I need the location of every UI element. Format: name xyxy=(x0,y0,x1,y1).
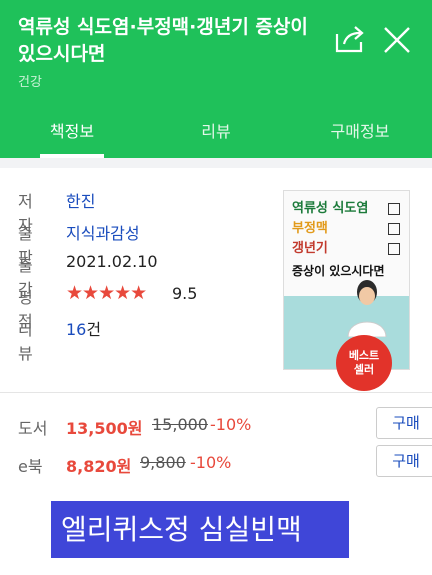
header-bar: 역류성 식도염·부정맥·갱년기 증상이 있으시다면 건강 xyxy=(0,0,432,106)
review-count: 16 xyxy=(66,320,87,339)
review-label: 리뷰 xyxy=(18,320,33,363)
buy-button[interactable]: 구매 xyxy=(376,445,432,477)
tab-bar: 책정보 리뷰 구매정보 xyxy=(0,106,432,158)
check-icon xyxy=(388,243,400,255)
share-button[interactable] xyxy=(334,24,368,54)
tab-reviews[interactable]: 리뷰 xyxy=(144,106,288,158)
discount-rate: -10% xyxy=(190,453,232,472)
sale-price: 13,500원 xyxy=(66,419,143,438)
format-label: 도서 xyxy=(18,419,48,438)
original-price: 9,800 xyxy=(140,453,186,472)
review-unit: 건 xyxy=(86,320,102,339)
sale-price: 8,820원 xyxy=(66,457,132,476)
close-button[interactable] xyxy=(381,24,413,56)
cover-line-1: 역류성 식도염 xyxy=(292,201,369,216)
author-photo xyxy=(347,280,387,337)
badge-line-1: 베스트 xyxy=(348,349,380,362)
discount-rate: -10% xyxy=(210,415,252,434)
price-row-ebook: e북 8,820원 9,800 -10% 구매 xyxy=(18,445,432,481)
tab-purchase-info[interactable]: 구매정보 xyxy=(288,106,432,158)
star-icon: ★★★★★ xyxy=(66,282,147,304)
category-label: 건강 xyxy=(18,75,42,90)
author-link[interactable]: 한진 xyxy=(66,188,95,212)
search-keyword-overlay: 엘리퀴스정 심실빈맥 xyxy=(51,501,349,558)
format-label: e북 xyxy=(18,457,43,476)
check-icon xyxy=(388,223,400,235)
check-icon xyxy=(388,203,400,215)
review-count-link[interactable]: 16건 xyxy=(66,316,101,340)
original-price: 15,000 xyxy=(152,415,208,434)
publisher-link[interactable]: 지식과감성 xyxy=(66,220,140,244)
publish-date: 2021.02.10 xyxy=(66,252,158,271)
price-row-book: 도서 13,500원 15,000 -10% 구매 xyxy=(18,407,432,443)
buy-button[interactable]: 구매 xyxy=(376,407,432,439)
tab-book-info[interactable]: 책정보 xyxy=(0,106,144,158)
close-icon xyxy=(384,27,410,53)
rating-score: 9.5 xyxy=(172,284,198,303)
share-icon xyxy=(335,26,364,53)
cover-line-3: 갱년기 xyxy=(292,241,328,256)
section-divider xyxy=(0,158,432,168)
badge-line-2: 셀러 xyxy=(353,363,375,376)
page-title: 역류성 식도염·부정맥·갱년기 증상이 있으시다면 xyxy=(18,16,308,65)
divider xyxy=(0,392,432,393)
cover-line-2: 부정맥 xyxy=(292,221,328,236)
bestseller-badge: 베스트 셀러 xyxy=(336,335,392,391)
